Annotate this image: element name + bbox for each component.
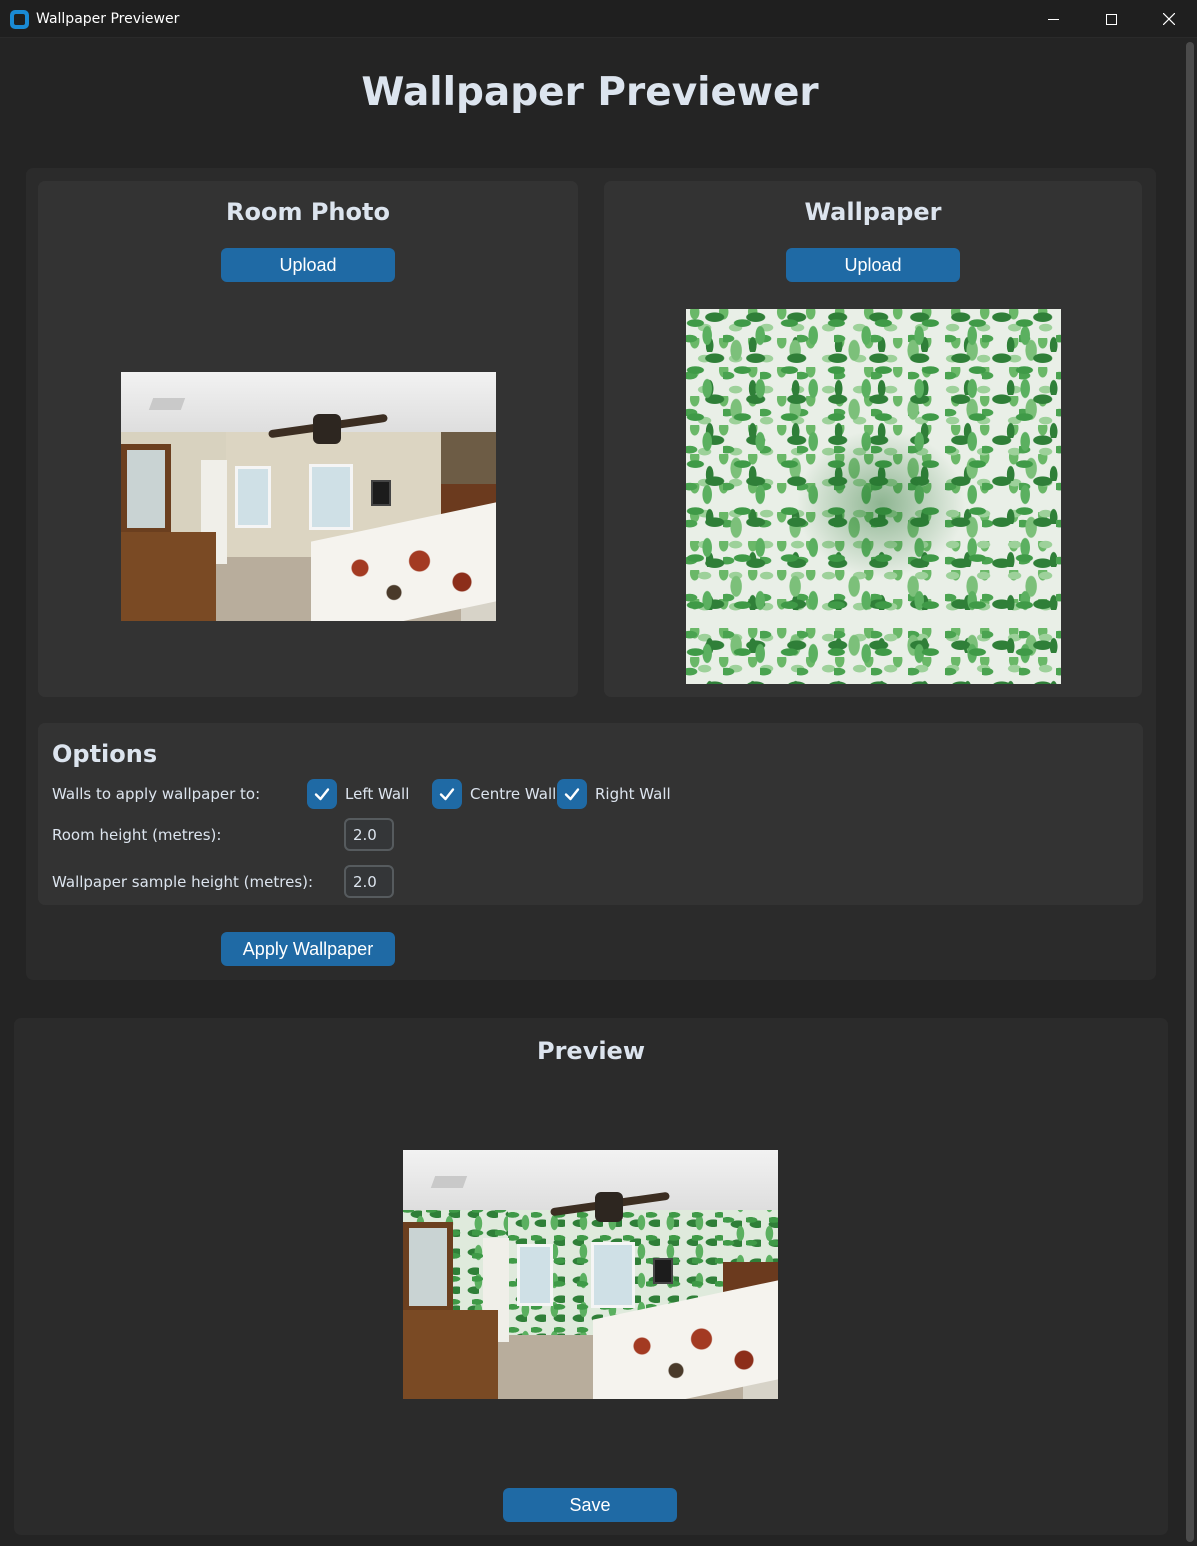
sample-height-label: Wallpaper sample height (metres): bbox=[52, 873, 314, 891]
upload-room-button[interactable]: Upload bbox=[221, 248, 395, 282]
wallpaper-image bbox=[686, 309, 1061, 684]
preview-image bbox=[403, 1150, 778, 1399]
app-icon bbox=[10, 10, 29, 29]
scrollbar[interactable] bbox=[1185, 42, 1195, 1542]
minimize-icon bbox=[1047, 18, 1059, 20]
save-button[interactable]: Save bbox=[503, 1488, 677, 1522]
title-bar: Wallpaper Previewer bbox=[0, 0, 1197, 38]
room-photo-title: Room Photo bbox=[226, 198, 390, 226]
upload-wallpaper-button[interactable]: Upload bbox=[786, 248, 960, 282]
close-icon bbox=[1163, 13, 1175, 25]
scrollbar-thumb[interactable] bbox=[1186, 42, 1194, 1542]
room-height-label: Room height (metres): bbox=[52, 826, 222, 844]
checkmark-icon bbox=[314, 788, 330, 801]
checkmark-icon bbox=[564, 788, 580, 801]
walls-label: Walls to apply wallpaper to: bbox=[52, 785, 261, 803]
right-wall-label[interactable]: Right Wall bbox=[595, 785, 671, 803]
minimize-button[interactable] bbox=[1024, 0, 1082, 38]
centre-wall-checkbox[interactable] bbox=[432, 779, 462, 809]
wallpaper-title: Wallpaper bbox=[804, 198, 942, 226]
apply-wallpaper-button[interactable]: Apply Wallpaper bbox=[221, 932, 395, 966]
maximize-icon bbox=[1105, 13, 1117, 25]
close-button[interactable] bbox=[1140, 0, 1197, 38]
left-wall-checkbox[interactable] bbox=[307, 779, 337, 809]
sample-height-input[interactable] bbox=[344, 865, 394, 898]
right-wall-checkbox[interactable] bbox=[557, 779, 587, 809]
checkmark-icon bbox=[439, 788, 455, 801]
room-height-input[interactable] bbox=[344, 818, 394, 851]
preview-title: Preview bbox=[536, 1037, 646, 1065]
options-title: Options bbox=[52, 740, 158, 768]
page-title: Wallpaper Previewer bbox=[361, 70, 819, 115]
centre-wall-label[interactable]: Centre Wall bbox=[470, 785, 556, 803]
left-wall-label[interactable]: Left Wall bbox=[345, 785, 409, 803]
maximize-button[interactable] bbox=[1082, 0, 1140, 38]
room-photo-image bbox=[121, 372, 496, 621]
window-title: Wallpaper Previewer bbox=[36, 11, 180, 27]
